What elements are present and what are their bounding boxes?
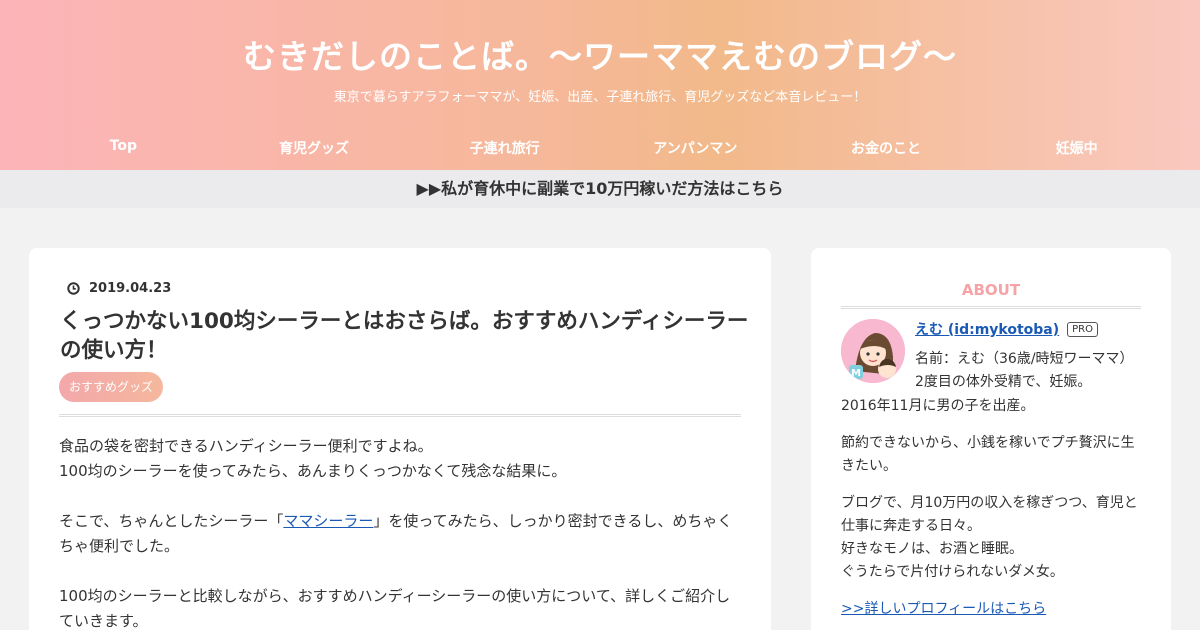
- article-card: 2019.04.23 くっつかない100均シーラーとはおさらば。おすすめハンディ…: [29, 248, 771, 630]
- global-nav: Top 育児グッズ 子連れ旅行 アンパンマン お金のこと 妊娠中: [28, 138, 1172, 158]
- profile-link-paragraph: >>詳しいプロフィールはこちら: [841, 598, 1141, 621]
- sidebar-about: ABOUT M えむ (id:mykotoba) PRO 名前：えむ（36歳/時…: [811, 248, 1171, 630]
- entry-paragraph: そこで、ちゃんとしたシーラー「ママシーラー」を使ってみたら、しっかり密封できるし…: [59, 509, 741, 559]
- nav-item-money[interactable]: お金のこと: [791, 138, 982, 158]
- avatar[interactable]: M: [841, 319, 905, 383]
- entry-date: 2019.04.23: [89, 281, 172, 296]
- entry-title[interactable]: くっつかない100均シーラーとはおさらば。おすすめハンディシーラーの使い方！: [60, 307, 750, 365]
- nav-item-anpanman[interactable]: アンパンマン: [600, 138, 791, 158]
- svg-text:M: M: [851, 368, 861, 379]
- category-badge[interactable]: おすすめグッズ: [59, 372, 164, 402]
- entry-paragraph: 食品の袋を密封できるハンディシーラー便利ですよね。 100均のシーラーを使ってみ…: [59, 434, 741, 484]
- profile-text: 好きなモノは、お酒と睡眠。: [841, 541, 1023, 557]
- profile-details: 2016年11月に男の子を出産。 節約できないから、小銭を稼いでプチ贅沢に生きた…: [841, 395, 1141, 630]
- entry-text: 100均のシーラーを使ってみたら、あんまりくっつかなくて残念な結果に。: [59, 462, 567, 480]
- profile-detail-link[interactable]: >>詳しいプロフィールはこちら: [841, 601, 1046, 617]
- about-divider: [841, 306, 1141, 309]
- entry-text: そこで、ちゃんとしたシーラー「: [59, 512, 284, 530]
- site-header: むきだしのことば。〜ワーママえむのブログ〜 東京で暮らすアラフォーママが、妊娠、…: [0, 0, 1200, 170]
- profile-paragraph: 節約できないから、小銭を稼いでプチ贅沢に生きたい。: [841, 435, 1135, 474]
- pro-badge: PRO: [1067, 321, 1098, 337]
- mama-sealer-link[interactable]: ママシーラー: [283, 512, 373, 530]
- entry-divider: [59, 414, 741, 417]
- site-title[interactable]: むきだしのことば。〜ワーママえむのブログ〜: [0, 30, 1200, 78]
- entry-body: 食品の袋を密封できるハンディシーラー便利ですよね。 100均のシーラーを使ってみ…: [59, 434, 741, 630]
- profile-line: 2016年11月に男の子を出産。: [841, 398, 1035, 414]
- profile-line: 2度目の体外受精で、妊娠。: [915, 374, 1092, 390]
- entry-text: 食品の袋を密封できるハンディシーラー便利ですよね。: [59, 437, 433, 455]
- profile-line: 名前：えむ（36歳/時短ワーママ）: [915, 351, 1134, 367]
- profile-name-link[interactable]: えむ (id:mykotoba): [915, 319, 1059, 339]
- nav-item-family-travel[interactable]: 子連れ旅行: [409, 138, 600, 158]
- clock-icon: [67, 282, 80, 295]
- nav-item-pregnancy[interactable]: 妊娠中: [981, 138, 1172, 158]
- entry-date-row: 2019.04.23: [67, 281, 171, 296]
- profile-text: ブログで、月10万円の収入を稼ぎつつ、育児と仕事に奔走する日々。: [841, 495, 1138, 534]
- nav-item-top[interactable]: Top: [28, 138, 219, 158]
- profile-intro: 名前：えむ（36歳/時短ワーママ） 2度目の体外受精で、妊娠。: [915, 348, 1134, 394]
- profile-text: ぐうたらで片付けられないダメ女。: [841, 564, 1064, 580]
- site-description: 東京で暮らすアラフォーママが、妊娠、出産、子連れ旅行、育児グッズなど本音レビュー…: [333, 90, 867, 105]
- profile-paragraph: ブログで、月10万円の収入を稼ぎつつ、育児と仕事に奔走する日々。 好きなモノは、…: [841, 492, 1141, 584]
- entry-paragraph: 100均のシーラーと比較しながら、おすすめハンディーシーラーの使い方について、詳…: [59, 587, 731, 630]
- notice-banner[interactable]: ▶▶私が育休中に副業で10万円稼いだ方法はこちら: [0, 170, 1200, 208]
- nav-item-childcare-goods[interactable]: 育児グッズ: [219, 138, 410, 158]
- about-heading: ABOUT: [961, 281, 1021, 299]
- profile-name-row: えむ (id:mykotoba) PRO: [915, 319, 1098, 339]
